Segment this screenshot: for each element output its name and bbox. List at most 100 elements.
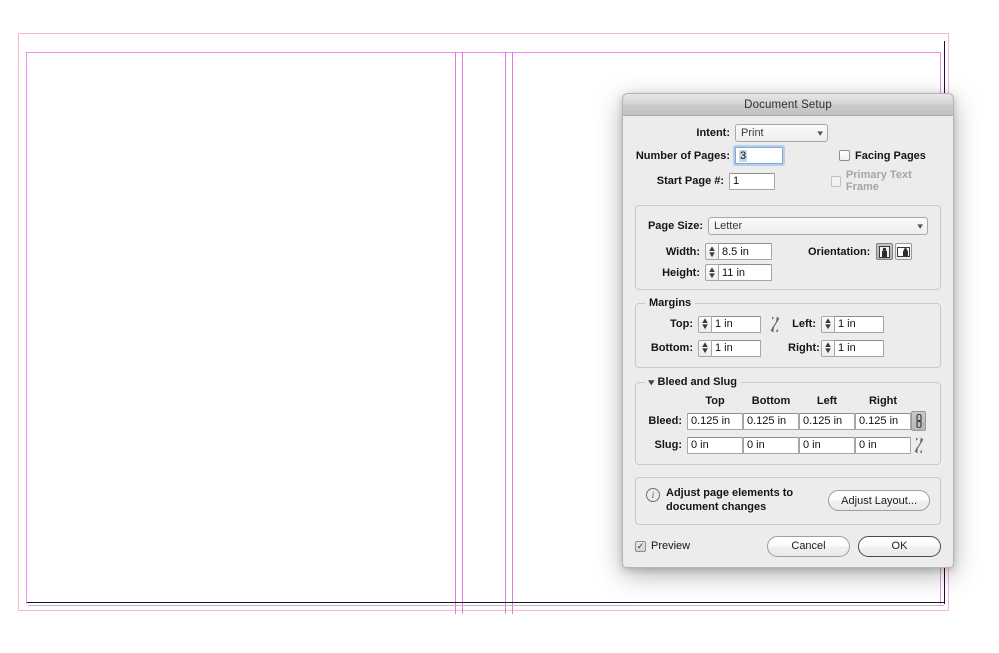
col-header-top: Top bbox=[687, 395, 743, 411]
number-of-pages-input[interactable]: 3 bbox=[735, 147, 783, 164]
bleed-bottom-cell: 0.125 in bbox=[743, 411, 799, 435]
height-input[interactable]: 11 in bbox=[718, 264, 772, 281]
intent-select[interactable]: Print ▾ bbox=[735, 124, 828, 142]
slug-left-input[interactable]: 0 in bbox=[799, 437, 855, 454]
primary-text-frame-label: Primary Text Frame bbox=[846, 169, 941, 193]
margin-bottom-value: 1 in bbox=[715, 342, 733, 354]
portrait-orientation-icon bbox=[879, 246, 890, 258]
height-row: Height: ▲ ▼ 11 in bbox=[645, 264, 931, 281]
margin-left-input[interactable]: 1 in bbox=[834, 316, 884, 333]
slug-right-input[interactable]: 0 in bbox=[855, 437, 911, 454]
ok-button-label: OK bbox=[892, 540, 908, 552]
bleed-and-slug-title-text: Bleed and Slug bbox=[658, 376, 737, 388]
adjust-layout-button-label: Adjust Layout... bbox=[841, 495, 917, 507]
margin-right-value: 1 in bbox=[838, 342, 856, 354]
chain-unlinked-icon bbox=[914, 438, 924, 453]
slug-right-cell: 0 in bbox=[855, 435, 911, 459]
dialog-footer: ✓ Preview Cancel OK bbox=[635, 536, 941, 557]
slug-top-input[interactable]: 0 in bbox=[687, 437, 743, 454]
primary-text-frame-checkbox[interactable]: Primary Text Frame bbox=[831, 169, 941, 193]
margin-left-label: Left: bbox=[788, 318, 816, 330]
margin-right-label: Right: bbox=[788, 342, 816, 354]
page-size-group: Page Size: Letter ▾ Width: ▲ ▼ 8.5 in Or… bbox=[635, 205, 941, 290]
bleed-slug-header-row: Top Bottom Left Right bbox=[645, 395, 931, 411]
slug-chain-unlinked-button[interactable] bbox=[911, 435, 926, 455]
facing-pages-label: Facing Pages bbox=[855, 150, 926, 162]
width-value: 8.5 in bbox=[722, 246, 749, 258]
dialog-body: Intent: Print ▾ Number of Pages: 3 Facin… bbox=[623, 116, 953, 567]
bleed-right-input[interactable]: 0.125 in bbox=[855, 413, 911, 430]
slug-link-cell bbox=[911, 435, 931, 459]
adjust-layout-description: i Adjust page elements to document chang… bbox=[646, 487, 816, 515]
margins-chain-unlinked-button[interactable] bbox=[767, 314, 782, 334]
intent-label: Intent: bbox=[635, 127, 730, 139]
number-of-pages-value: 3 bbox=[739, 150, 747, 162]
dialog-titlebar[interactable]: Document Setup bbox=[623, 94, 953, 116]
margin-top-stepper[interactable]: ▲ ▼ bbox=[698, 316, 711, 333]
preview-label: Preview bbox=[651, 540, 690, 552]
column-guide-right-outer bbox=[512, 52, 513, 614]
preview-checkbox[interactable]: ✓ Preview bbox=[635, 540, 690, 552]
margin-right-input[interactable]: 1 in bbox=[834, 340, 884, 357]
start-page-value: 1 bbox=[733, 175, 739, 187]
width-stepper[interactable]: ▲ ▼ bbox=[705, 243, 718, 260]
slug-row: Slug: 0 in 0 in 0 in bbox=[645, 435, 931, 459]
landscape-orientation-icon bbox=[897, 247, 910, 257]
margin-right-stepper[interactable]: ▲ ▼ bbox=[821, 340, 834, 357]
margin-top-input[interactable]: 1 in bbox=[711, 316, 761, 333]
portrait-orientation-button[interactable] bbox=[876, 243, 893, 260]
bleed-right-cell: 0.125 in bbox=[855, 411, 911, 435]
bleed-top-input[interactable]: 0.125 in bbox=[687, 413, 743, 430]
ok-button[interactable]: OK bbox=[858, 536, 941, 557]
margin-left-stepper[interactable]: ▲ ▼ bbox=[821, 316, 834, 333]
margins-group: Margins Top: ▲ ▼ 1 in Le bbox=[635, 303, 941, 368]
chevron-down-icon: ▾ bbox=[918, 221, 924, 232]
cancel-button-label: Cancel bbox=[791, 540, 825, 552]
bleed-label: Bleed: bbox=[645, 411, 687, 435]
slug-bottom-value: 0 in bbox=[747, 439, 765, 451]
cancel-button[interactable]: Cancel bbox=[767, 536, 850, 557]
checkbox-box bbox=[831, 176, 841, 187]
margin-bottom-stepper[interactable]: ▲ ▼ bbox=[698, 340, 711, 357]
document-setup-dialog: Document Setup Intent: Print ▾ Number of… bbox=[622, 93, 954, 568]
adjust-layout-button[interactable]: Adjust Layout... bbox=[828, 490, 930, 511]
bleed-chain-linked-button[interactable] bbox=[911, 411, 926, 431]
page-size-select[interactable]: Letter ▾ bbox=[708, 217, 928, 235]
disclosure-open-icon[interactable]: ▾ bbox=[648, 377, 654, 388]
margin-bottom-input[interactable]: 1 in bbox=[711, 340, 761, 357]
margins-group-title: Margins bbox=[645, 297, 695, 309]
slug-right-value: 0 in bbox=[859, 439, 877, 451]
width-row: Width: ▲ ▼ 8.5 in Orientation: bbox=[645, 243, 931, 260]
slug-bottom-input[interactable]: 0 in bbox=[743, 437, 799, 454]
start-page-label: Start Page #: bbox=[635, 175, 724, 187]
height-label: Height: bbox=[645, 267, 700, 279]
margins-top-row: Top: ▲ ▼ 1 in Left: ▲ bbox=[645, 314, 931, 334]
height-stepper[interactable]: ▲ ▼ bbox=[705, 264, 718, 281]
margin-left-value: 1 in bbox=[838, 318, 856, 330]
start-page-input[interactable]: 1 bbox=[729, 173, 774, 190]
info-icon: i bbox=[646, 488, 660, 502]
column-guide-left-outer bbox=[462, 52, 463, 614]
margin-top-label: Top: bbox=[645, 318, 693, 330]
stepper-down-icon: ▼ bbox=[700, 348, 710, 354]
bleed-bottom-input[interactable]: 0.125 in bbox=[743, 413, 799, 430]
col-header-right: Right bbox=[855, 395, 911, 411]
adjust-layout-panel: i Adjust page elements to document chang… bbox=[635, 477, 941, 525]
landscape-orientation-button[interactable] bbox=[895, 243, 912, 260]
bleed-left-value: 0.125 in bbox=[803, 415, 842, 427]
bleed-bottom-value: 0.125 in bbox=[747, 415, 786, 427]
adjust-layout-text: Adjust page elements to document changes bbox=[666, 487, 816, 515]
slug-top-cell: 0 in bbox=[687, 435, 743, 459]
dialog-title: Document Setup bbox=[744, 99, 832, 111]
bleed-right-value: 0.125 in bbox=[859, 415, 898, 427]
bleed-left-input[interactable]: 0.125 in bbox=[799, 413, 855, 430]
dialog-action-buttons: Cancel OK bbox=[767, 536, 941, 557]
bleed-slug-table: Top Bottom Left Right Bleed: 0.125 in bbox=[645, 395, 931, 459]
height-value: 11 in bbox=[722, 267, 745, 279]
bleed-and-slug-group-title[interactable]: ▾ Bleed and Slug bbox=[645, 376, 741, 388]
facing-pages-checkbox[interactable]: Facing Pages bbox=[839, 150, 926, 162]
stepper-down-icon: ▼ bbox=[823, 348, 833, 354]
margin-bottom-label: Bottom: bbox=[645, 342, 693, 354]
bleed-and-slug-group: ▾ Bleed and Slug Top Bottom Left Right B… bbox=[635, 382, 941, 465]
width-input[interactable]: 8.5 in bbox=[718, 243, 772, 260]
